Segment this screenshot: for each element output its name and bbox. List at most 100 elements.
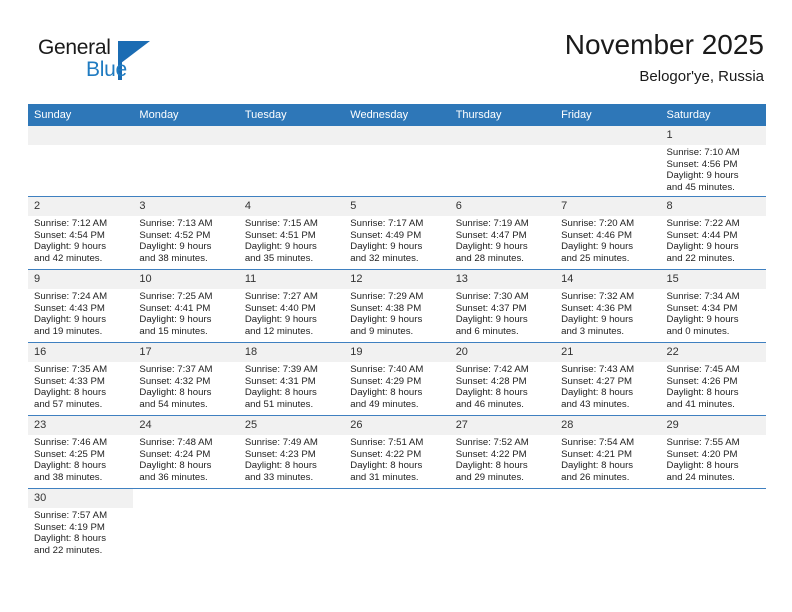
day-number: 17: [133, 343, 239, 362]
calendar-day-cell[interactable]: 16 Sunrise: 7:35 AM Sunset: 4:33 PM Dayligh…: [28, 342, 134, 416]
calendar-day-cell[interactable]: 4 Sunrise: 7:15 AM Sunset: 4:51 PM Daylight…: [238, 196, 345, 270]
calendar-day-cell[interactable]: 3 Sunrise: 7:13 AM Sunset: 4:52 PM Daylight…: [133, 196, 239, 270]
daylight-text: Daylight: 8 hours: [455, 387, 528, 399]
day-number: 7: [555, 197, 661, 216]
calendar-day-cell[interactable]: 10 Sunrise: 7:25 AM Sunset: 4:41 PM Dayligh…: [133, 269, 239, 343]
calendar-empty-cell: [133, 126, 239, 197]
daylight-text: Daylight: 8 hours: [244, 460, 317, 472]
day-number: 16: [28, 343, 134, 362]
sunset-text: Sunset: 4:38 PM: [350, 302, 422, 314]
calendar-day-cell[interactable]: 11 Sunrise: 7:27 AM Sunset: 4:40 PM Dayligh…: [238, 269, 345, 343]
sunset-text: Sunset: 4:46 PM: [561, 229, 633, 241]
calendar-day-cell[interactable]: 26 Sunrise: 7:51 AM Sunset: 4:22 PM Dayligh…: [344, 415, 450, 489]
sunset-text: Sunset: 4:41 PM: [139, 302, 211, 314]
daylight-text: Daylight: 8 hours: [139, 387, 212, 399]
general-blue-logo[interactable]: General Blue: [38, 36, 158, 88]
day-number: [344, 126, 450, 145]
calendar-day-cell[interactable]: 29 Sunrise: 7:55 AM Sunset: 4:20 PM Dayligh…: [660, 415, 766, 489]
calendar-day-cell[interactable]: 5 Sunrise: 7:17 AM Sunset: 4:49 PM Daylight…: [344, 196, 450, 270]
sunrise-text: Sunrise: 7:46 AM: [34, 437, 108, 448]
calendar-day-cell[interactable]: 19 Sunrise: 7:40 AM Sunset: 4:29 PM Dayligh…: [344, 342, 450, 416]
sunrise-text: Sunrise: 7:20 AM: [561, 218, 635, 229]
daylight-text-cont: and 45 minutes.: [666, 181, 735, 193]
sunset-text: Sunset: 4:44 PM: [666, 229, 738, 241]
daylight-text-cont: and 42 minutes.: [34, 252, 103, 264]
day-number: 9: [28, 270, 134, 289]
calendar-day-cell[interactable]: 14 Sunrise: 7:32 AM Sunset: 4:36 PM Dayligh…: [555, 269, 661, 343]
sunset-text: Sunset: 4:51 PM: [244, 229, 316, 241]
sunset-text: Sunset: 4:23 PM: [244, 448, 316, 460]
daylight-text: Daylight: 8 hours: [561, 387, 634, 399]
calendar-day-cell[interactable]: 12 Sunrise: 7:29 AM Sunset: 4:38 PM Dayligh…: [344, 269, 450, 343]
calendar-week-row: 30 Sunrise: 7:57 AM Sunset: 4:19 PM Dayligh…: [28, 488, 766, 561]
sunrise-text: Sunrise: 7:25 AM: [139, 291, 213, 302]
calendar-day-cell[interactable]: 24 Sunrise: 7:48 AM Sunset: 4:24 PM Dayligh…: [133, 415, 239, 489]
calendar-day-cell[interactable]: 30 Sunrise: 7:57 AM Sunset: 4:19 PM Dayligh…: [28, 488, 134, 561]
calendar-day-cell[interactable]: 23 Sunrise: 7:46 AM Sunset: 4:25 PM Dayligh…: [28, 415, 134, 489]
calendar-day-cell[interactable]: 13 Sunrise: 7:30 AM Sunset: 4:37 PM Dayligh…: [449, 269, 556, 343]
calendar-day-cell[interactable]: 6 Sunrise: 7:19 AM Sunset: 4:47 PM Daylight…: [449, 196, 556, 270]
calendar-day-cell[interactable]: 2 Sunrise: 7:12 AM Sunset: 4:54 PM Daylight…: [28, 196, 134, 270]
weekday-header-sunday: Sunday: [28, 104, 134, 126]
daylight-text-cont: and 6 minutes.: [455, 325, 519, 337]
calendar-day-cell[interactable]: 7 Sunrise: 7:20 AM Sunset: 4:46 PM Daylight…: [555, 196, 661, 270]
calendar-day-cell[interactable]: 25 Sunrise: 7:49 AM Sunset: 4:23 PM Dayligh…: [238, 415, 345, 489]
sunrise-text: Sunrise: 7:40 AM: [350, 364, 424, 375]
daylight-text: Daylight: 8 hours: [244, 387, 317, 399]
calendar-day-cell[interactable]: 18 Sunrise: 7:39 AM Sunset: 4:31 PM Dayligh…: [238, 342, 345, 416]
calendar-day-cell[interactable]: 8 Sunrise: 7:22 AM Sunset: 4:44 PM Daylight…: [660, 196, 766, 270]
calendar-day-cell[interactable]: 9 Sunrise: 7:24 AM Sunset: 4:43 PM Daylight…: [28, 269, 134, 343]
calendar-day-cell[interactable]: 20 Sunrise: 7:42 AM Sunset: 4:28 PM Dayligh…: [449, 342, 556, 416]
calendar-day-cell[interactable]: 15 Sunrise: 7:34 AM Sunset: 4:34 PM Dayligh…: [660, 269, 766, 343]
day-number: [449, 489, 556, 508]
day-number: 12: [344, 270, 450, 289]
daylight-text-cont: and 43 minutes.: [561, 398, 630, 410]
day-number: 6: [449, 197, 556, 216]
daylight-text: Daylight: 9 hours: [34, 241, 106, 253]
daylight-text-cont: and 3 minutes.: [561, 325, 625, 337]
calendar-empty-cell: [344, 488, 450, 561]
logo-text-blue: Blue: [86, 58, 127, 81]
calendar-week-row: 2 Sunrise: 7:12 AM Sunset: 4:54 PM Daylight…: [28, 196, 766, 270]
daylight-text: Daylight: 8 hours: [350, 387, 423, 399]
sunrise-text: Sunrise: 7:15 AM: [244, 218, 318, 229]
calendar-day-cell[interactable]: 1 Sunrise: 7:10 AM Sunset: 4:56 PM Daylight…: [660, 126, 766, 197]
sunrise-text: Sunrise: 7:51 AM: [350, 437, 424, 448]
calendar-day-cell[interactable]: 28 Sunrise: 7:54 AM Sunset: 4:21 PM Dayligh…: [555, 415, 661, 489]
sunset-text: Sunset: 4:47 PM: [455, 229, 527, 241]
day-sun-info: Sunrise: 7:27 AM Sunset: 4:40 PM Daylight:…: [239, 289, 344, 337]
sunset-text: Sunset: 4:26 PM: [666, 375, 738, 387]
sunset-text: Sunset: 4:34 PM: [666, 302, 738, 314]
day-sun-info: Sunrise: 7:54 AM Sunset: 4:21 PM Daylight:…: [555, 435, 660, 483]
day-sun-info: Sunrise: 7:52 AM Sunset: 4:22 PM Daylight:…: [450, 435, 555, 483]
daylight-text: Daylight: 8 hours: [34, 533, 106, 545]
day-sun-info: Sunrise: 7:20 AM Sunset: 4:46 PM Daylight:…: [555, 216, 660, 264]
daylight-text-cont: and 49 minutes.: [350, 398, 419, 410]
daylight-text-cont: and 41 minutes.: [666, 398, 735, 410]
calendar-day-cell[interactable]: 17 Sunrise: 7:37 AM Sunset: 4:32 PM Dayligh…: [133, 342, 239, 416]
day-number: 29: [660, 416, 766, 435]
daylight-text: Daylight: 9 hours: [244, 241, 317, 253]
sunset-text: Sunset: 4:28 PM: [455, 375, 527, 387]
daylight-text: Daylight: 9 hours: [666, 241, 739, 253]
day-number: 30: [28, 489, 134, 508]
calendar-day-cell[interactable]: 21 Sunrise: 7:43 AM Sunset: 4:27 PM Dayligh…: [555, 342, 661, 416]
calendar-day-cell[interactable]: 27 Sunrise: 7:52 AM Sunset: 4:22 PM Dayligh…: [449, 415, 556, 489]
calendar-empty-cell: [555, 126, 661, 197]
day-sun-info: Sunrise: 7:48 AM Sunset: 4:24 PM Daylight:…: [133, 435, 238, 483]
sunset-text: Sunset: 4:22 PM: [350, 448, 422, 460]
weekday-header-friday: Friday: [555, 104, 661, 126]
sunset-text: Sunset: 4:56 PM: [666, 158, 738, 170]
day-sun-info: Sunrise: 7:19 AM Sunset: 4:47 PM Daylight:…: [450, 216, 555, 264]
sunset-text: Sunset: 4:29 PM: [350, 375, 422, 387]
calendar-day-cell[interactable]: 22 Sunrise: 7:45 AM Sunset: 4:26 PM Dayligh…: [660, 342, 766, 416]
day-sun-info: Sunrise: 7:30 AM Sunset: 4:37 PM Daylight:…: [450, 289, 555, 337]
daylight-text-cont: and 51 minutes.: [244, 398, 314, 410]
day-sun-info: Sunrise: 7:43 AM Sunset: 4:27 PM Daylight:…: [555, 362, 660, 410]
day-sun-info: Sunrise: 7:29 AM Sunset: 4:38 PM Daylight:…: [344, 289, 449, 337]
sunrise-text: Sunrise: 7:55 AM: [666, 437, 740, 448]
calendar-empty-cell: [555, 488, 661, 561]
day-number: 27: [449, 416, 556, 435]
daylight-text: Daylight: 9 hours: [244, 314, 317, 326]
day-number: 13: [449, 270, 556, 289]
